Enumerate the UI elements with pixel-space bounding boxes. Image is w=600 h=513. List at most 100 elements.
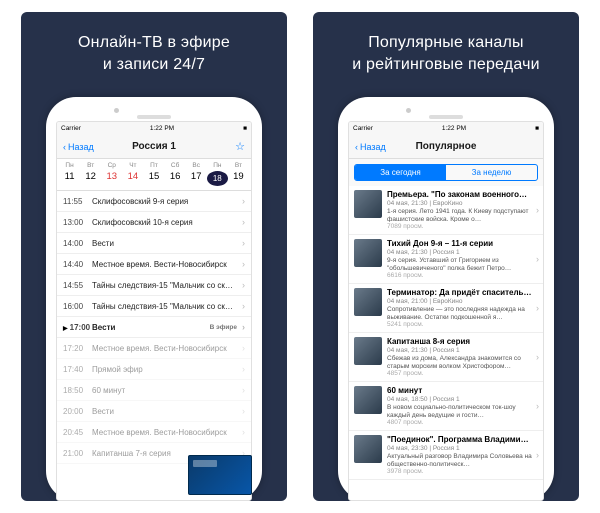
- chevron-right-icon: ›: [536, 303, 539, 313]
- schedule-row[interactable]: 17:00ВестиВ эфире›: [57, 317, 251, 338]
- phone-screen: Carrier 1:22 PM ■ ‹ Назад Популярное За …: [348, 121, 544, 501]
- promo-panel-left: Онлайн-ТВ в эфире и записи 24/7 Carrier …: [21, 12, 287, 501]
- schedule-row[interactable]: 20:45Местное время. Вести-Новосибирск›: [57, 422, 251, 443]
- phone-speaker: [137, 115, 171, 119]
- calendar-days[interactable]: 111213141516171819: [59, 171, 249, 186]
- chevron-right-icon: ›: [242, 364, 245, 374]
- chevron-right-icon: ›: [536, 254, 539, 264]
- phone-screen: Carrier 1:22 PM ■ ‹ Назад Россия 1 ☆ ПнВ…: [56, 121, 252, 501]
- chevron-right-icon: ›: [242, 280, 245, 290]
- iphone-mockup: Carrier 1:22 PM ■ ‹ Назад Россия 1 ☆ ПнВ…: [46, 97, 262, 501]
- chevron-right-icon: ›: [242, 217, 245, 227]
- phone-camera-dot: [406, 108, 411, 113]
- calendar-day[interactable]: 11: [59, 171, 80, 186]
- schedule-time: 14:55: [63, 281, 87, 290]
- schedule-time: 14:40: [63, 260, 87, 269]
- calendar-day[interactable]: 16: [165, 171, 186, 186]
- program-title: 60 минут: [387, 386, 538, 395]
- chevron-right-icon: ›: [242, 196, 245, 206]
- schedule-row[interactable]: 20:00Вести›: [57, 401, 251, 422]
- chevron-right-icon: ›: [536, 205, 539, 215]
- popular-item[interactable]: Капитанша 8-я серия04 мая, 21:30 | Росси…: [349, 333, 543, 382]
- calendar-weekdays: ПнВтСрЧтПтСбВсПнВт: [59, 162, 249, 169]
- calendar-strip[interactable]: ПнВтСрЧтПтСбВсПнВт 111213141516171819: [57, 159, 251, 191]
- schedule-time: 20:45: [63, 428, 87, 437]
- schedule-title: Прямой эфир: [92, 365, 237, 374]
- back-button[interactable]: ‹ Назад: [355, 142, 386, 152]
- program-thumbnail: [354, 386, 382, 414]
- chevron-left-icon: ‹: [63, 142, 66, 152]
- status-carrier: Carrier: [61, 125, 81, 132]
- program-meta: 04 мая, 23:30 | Россия 1: [387, 445, 538, 452]
- program-meta: 04 мая, 21:30 | Россия 1: [387, 249, 538, 256]
- schedule-row[interactable]: 14:40 Местное время. Вести-Новосибирск ›: [57, 254, 251, 275]
- program-desc: Актуальный разговор Владимира Соловьева …: [387, 453, 538, 467]
- status-bar: Carrier 1:22 PM ■: [57, 122, 251, 135]
- schedule-row[interactable]: 14:00Вести›: [57, 233, 251, 254]
- schedule-time: 21:00: [63, 449, 87, 458]
- schedule-title: Местное время. Вести-Новосибирск: [92, 428, 237, 437]
- segment-today[interactable]: За сегодня: [355, 165, 446, 180]
- schedule-title: Местное время. Вести-Новосибирск: [92, 260, 237, 269]
- schedule-time: 20:00: [63, 407, 87, 416]
- calendar-day[interactable]: 18: [207, 171, 228, 186]
- favorite-button[interactable]: ☆: [235, 140, 245, 153]
- schedule-time: 17:00: [63, 323, 87, 332]
- calendar-day[interactable]: 17: [186, 171, 207, 186]
- calendar-day[interactable]: 19: [228, 171, 249, 186]
- nav-bar: ‹ Назад Популярное: [349, 135, 543, 159]
- program-desc: 1-я серия. Лето 1941 года. К Киеву подст…: [387, 208, 538, 222]
- schedule-row[interactable]: 11:55Склифосовский 9-я серия›: [57, 191, 251, 212]
- tagline: Популярные каналы и рейтинговые передачи: [334, 32, 558, 75]
- program-schedule[interactable]: 11:55Склифосовский 9-я серия› 13:00 Склифо…: [57, 191, 251, 500]
- schedule-title: Вести: [92, 407, 237, 416]
- chevron-right-icon: ›: [242, 259, 245, 269]
- schedule-row[interactable]: 13:00 Склифосовский 10-я серия ›: [57, 212, 251, 233]
- schedule-time: 17:40: [63, 365, 87, 374]
- popular-item[interactable]: Премьера. "По законам военного…04 мая, 2…: [349, 186, 543, 235]
- tagline-line1: Популярные каналы: [368, 34, 524, 51]
- popular-item[interactable]: Тихий Дон 9-я – 11-я серии04 мая, 21:30 …: [349, 235, 543, 284]
- schedule-row[interactable]: 16:00Тайны следствия-15 "Мальчик со скри…: [57, 296, 251, 317]
- live-player-pip[interactable]: [188, 455, 251, 495]
- schedule-title: Тайны следствия-15 "Мальчик со скри…: [92, 281, 237, 290]
- tagline: Онлайн-ТВ в эфире и записи 24/7: [60, 32, 248, 75]
- schedule-row[interactable]: 18:5060 минут›: [57, 380, 251, 401]
- program-meta: 04 мая, 18:50 | Россия 1: [387, 396, 538, 403]
- popular-item[interactable]: 60 минут04 мая, 18:50 | Россия 1В новом …: [349, 382, 543, 431]
- chevron-right-icon: ›: [242, 322, 245, 332]
- back-button[interactable]: ‹ Назад: [63, 142, 94, 152]
- schedule-time: 13:00: [63, 218, 87, 227]
- chevron-right-icon: ›: [536, 401, 539, 411]
- schedule-row[interactable]: 14:55 Тайны следствия-15 "Мальчик со скри…: [57, 275, 251, 296]
- segmented-control[interactable]: За сегодня За неделю: [354, 164, 538, 181]
- popular-item[interactable]: "Поединок". Программа Владими…04 мая, 23…: [349, 431, 543, 480]
- promo-panel-right: Популярные каналы и рейтинговые передачи…: [313, 12, 579, 501]
- calendar-day[interactable]: 15: [143, 171, 164, 186]
- program-views: 5241 просм.: [387, 321, 538, 328]
- program-desc: 9-я серия. Уставший от Григорием из "обо…: [387, 257, 538, 271]
- segment-week[interactable]: За неделю: [446, 165, 537, 180]
- program-views: 3978 просм.: [387, 468, 538, 475]
- nav-bar: ‹ Назад Россия 1 ☆: [57, 135, 251, 159]
- popular-item[interactable]: Терминатор: Да придёт спаситель…04 мая, …: [349, 284, 543, 333]
- program-thumbnail: [354, 239, 382, 267]
- iphone-mockup: Carrier 1:22 PM ■ ‹ Назад Популярное За …: [338, 97, 554, 501]
- program-title: Капитанша 8-я серия: [387, 337, 538, 346]
- program-meta: 04 мая, 21:30 | ЕвроКино: [387, 200, 538, 207]
- schedule-title: Местное время. Вести-Новосибирск: [92, 344, 237, 353]
- popular-list[interactable]: Премьера. "По законам военного…04 мая, 2…: [349, 186, 543, 500]
- back-label: Назад: [360, 142, 386, 152]
- schedule-row[interactable]: 17:40 Прямой эфир ›: [57, 359, 251, 380]
- calendar-day[interactable]: 12: [80, 171, 101, 186]
- phone-camera-dot: [114, 108, 119, 113]
- calendar-day[interactable]: 14: [122, 171, 143, 186]
- schedule-title: Склифосовский 10-я серия: [92, 218, 237, 227]
- schedule-title: Вести: [92, 239, 237, 248]
- status-time: 1:22 PM: [150, 125, 174, 132]
- star-icon: ☆: [235, 141, 245, 153]
- schedule-row[interactable]: 17:20Местное время. Вести-Новосибирск›: [57, 338, 251, 359]
- calendar-day[interactable]: 13: [101, 171, 122, 186]
- chevron-right-icon: ›: [536, 450, 539, 460]
- status-bar: Carrier 1:22 PM ■: [349, 122, 543, 135]
